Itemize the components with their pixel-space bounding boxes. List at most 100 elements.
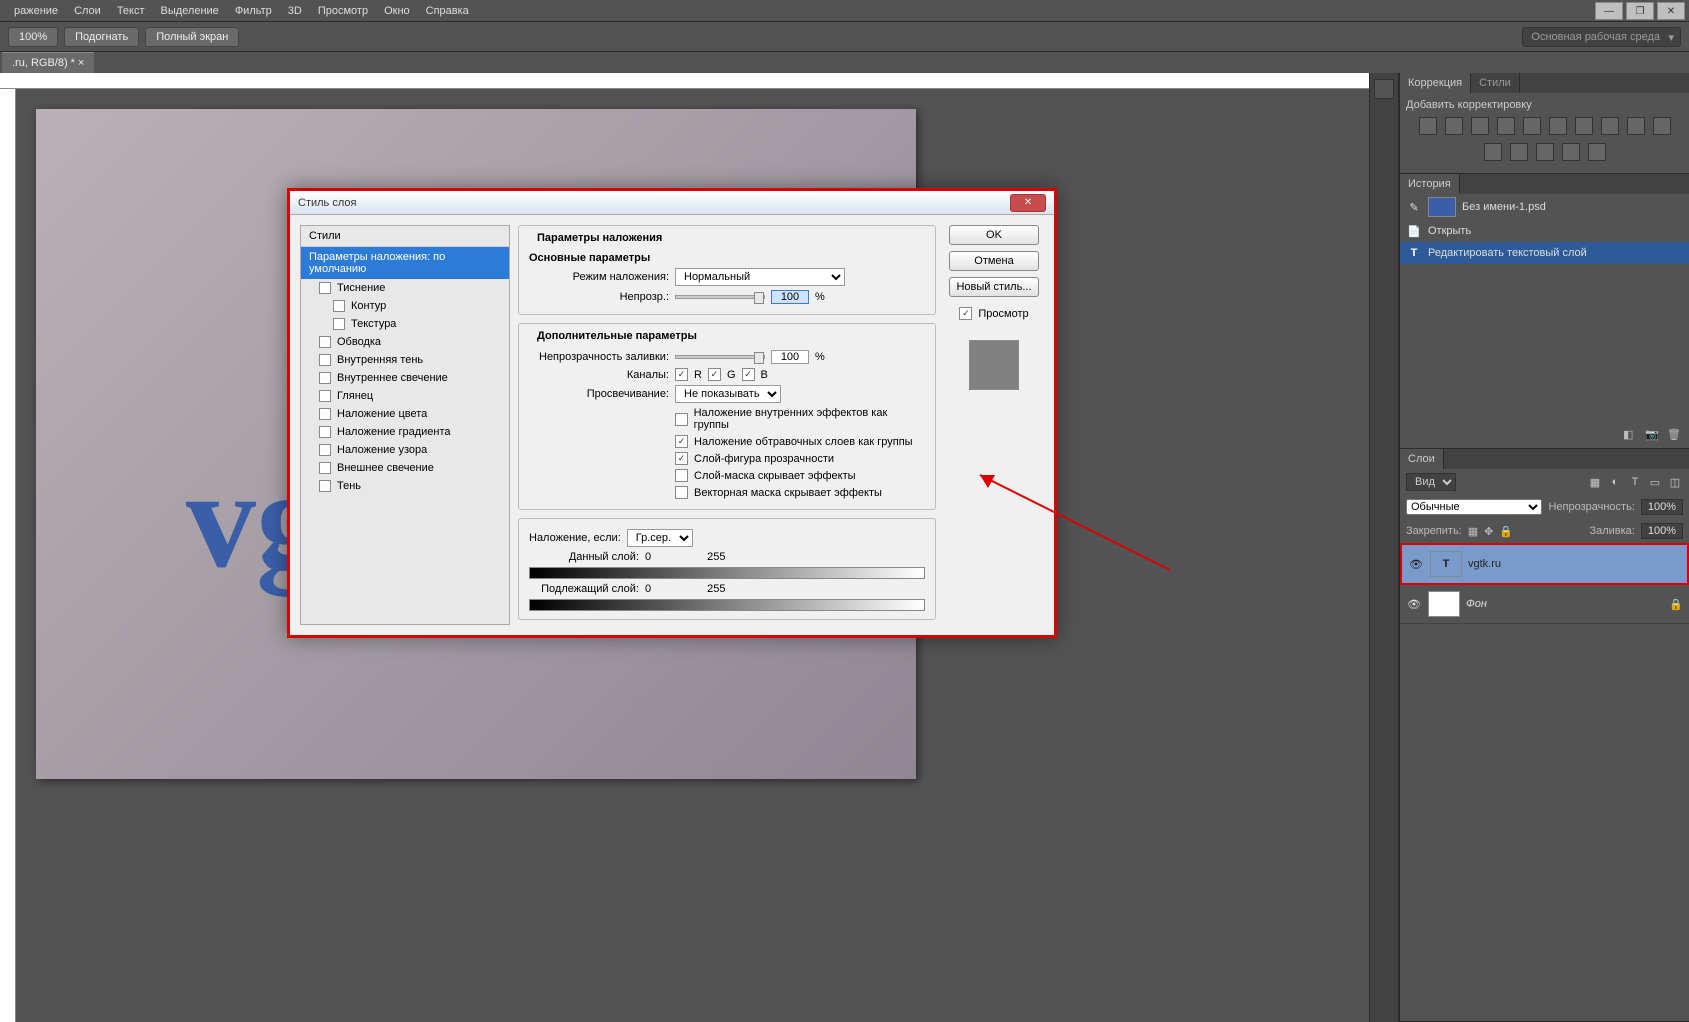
hue-icon[interactable] (1549, 117, 1567, 135)
style-item[interactable]: Наложение градиента (301, 423, 509, 441)
bw-icon[interactable] (1575, 117, 1593, 135)
filter-shape-icon[interactable]: ▭ (1647, 474, 1663, 490)
knockout-select[interactable]: Не показывать (675, 385, 781, 403)
this-layer-gradient[interactable] (529, 567, 925, 579)
cb-layer-mask-hides[interactable] (675, 469, 688, 482)
history-snapshot[interactable]: ✎ Без имени-1.psd (1400, 194, 1689, 220)
exposure-icon[interactable] (1497, 117, 1515, 135)
fit-button[interactable]: Подогнать (64, 27, 139, 47)
blendif-select[interactable]: Гр.сер. (627, 529, 693, 547)
tab-correction[interactable]: Коррекция (1400, 73, 1471, 93)
style-item[interactable]: Наложение цвета (301, 405, 509, 423)
checkbox[interactable] (333, 318, 345, 330)
new-snapshot-icon[interactable]: ◧ (1623, 428, 1639, 444)
close-tab-icon[interactable]: × (78, 57, 84, 69)
layer-row[interactable]: 👁 T vgtk.ru (1400, 543, 1689, 585)
ok-button[interactable]: OK (949, 225, 1039, 245)
style-item[interactable]: Внутренняя тень (301, 351, 509, 369)
menu-item[interactable]: Слои (66, 2, 109, 20)
dialog-titlebar[interactable]: Стиль слоя ✕ (290, 191, 1054, 215)
cb-transparency-shapes[interactable] (675, 452, 688, 465)
brightness-icon[interactable] (1419, 117, 1437, 135)
style-item[interactable]: Наложение узора (301, 441, 509, 459)
checkbox[interactable] (319, 336, 331, 348)
trash-icon[interactable]: 🗑 (1667, 428, 1683, 444)
underlying-gradient[interactable] (529, 599, 925, 611)
blend-mode-select[interactable]: Обычные (1406, 499, 1542, 515)
menu-item[interactable]: 3D (280, 2, 310, 20)
lock-pixels-icon[interactable]: ▦ (1468, 525, 1478, 538)
fill-opacity-slider[interactable] (675, 355, 765, 359)
collapsed-panel-icon[interactable] (1374, 79, 1394, 99)
channel-r-checkbox[interactable] (675, 368, 688, 381)
checkbox[interactable] (319, 426, 331, 438)
close-button[interactable]: ✕ (1657, 2, 1685, 20)
filter-adjust-icon[interactable]: ◐ (1607, 474, 1623, 490)
checkbox[interactable] (319, 390, 331, 402)
visibility-icon[interactable]: 👁 (1408, 558, 1424, 571)
style-item-selected[interactable]: Параметры наложения: по умолчанию (301, 247, 509, 279)
lock-all-icon[interactable]: 🔒 (1499, 525, 1513, 538)
gradient-map-icon[interactable] (1562, 143, 1580, 161)
minimize-button[interactable]: — (1595, 2, 1623, 20)
style-item[interactable]: Текстура (301, 315, 509, 333)
channel-b-checkbox[interactable] (742, 368, 755, 381)
levels-icon[interactable] (1445, 117, 1463, 135)
fill-value[interactable]: 100% (1641, 523, 1683, 539)
vibrance-icon[interactable] (1523, 117, 1541, 135)
checkbox[interactable] (319, 408, 331, 420)
lock-position-icon[interactable]: ✥ (1484, 525, 1493, 538)
visibility-icon[interactable]: 👁 (1406, 598, 1422, 611)
posterize-icon[interactable] (1510, 143, 1528, 161)
curves-icon[interactable] (1471, 117, 1489, 135)
tab-styles[interactable]: Стили (1471, 73, 1520, 93)
opacity-input[interactable]: 100 (771, 290, 809, 304)
checkbox[interactable] (333, 300, 345, 312)
color-lookup-icon[interactable] (1653, 117, 1671, 135)
tab-history[interactable]: История (1400, 174, 1460, 194)
checkbox[interactable] (319, 372, 331, 384)
history-item[interactable]: T Редактировать текстовый слой (1400, 242, 1689, 264)
opacity-value[interactable]: 100% (1641, 499, 1683, 515)
style-item[interactable]: Внешнее свечение (301, 459, 509, 477)
checkbox[interactable] (319, 462, 331, 474)
cb-clipped-layers[interactable] (675, 435, 688, 448)
workspace-dropdown[interactable]: Основная рабочая среда (1522, 27, 1681, 47)
menu-item[interactable]: Окно (376, 2, 418, 20)
style-item[interactable]: Контур (301, 297, 509, 315)
preview-checkbox[interactable] (959, 307, 972, 320)
fill-opacity-input[interactable]: 100 (771, 350, 809, 364)
invert-icon[interactable] (1484, 143, 1502, 161)
threshold-icon[interactable] (1536, 143, 1554, 161)
selective-color-icon[interactable] (1588, 143, 1606, 161)
document-tab[interactable]: .ru, RGB/8) * × (2, 52, 94, 73)
menu-item[interactable]: Выделение (153, 2, 227, 20)
checkbox[interactable] (319, 480, 331, 492)
filter-smart-icon[interactable]: ◫ (1667, 474, 1683, 490)
blend-mode-select[interactable]: Нормальный (675, 268, 845, 286)
cancel-button[interactable]: Отмена (949, 251, 1039, 271)
filter-image-icon[interactable]: ▦ (1587, 474, 1603, 490)
channel-g-checkbox[interactable] (708, 368, 721, 381)
menu-item[interactable]: Текст (109, 2, 153, 20)
menu-item[interactable]: Справка (418, 2, 477, 20)
channel-mixer-icon[interactable] (1627, 117, 1645, 135)
layer-row[interactable]: 👁 Фон 🔒 (1400, 585, 1689, 624)
tab-layers[interactable]: Слои (1400, 449, 1444, 469)
zoom-select[interactable]: 100% (8, 27, 58, 47)
fullscreen-button[interactable]: Полный экран (145, 27, 239, 47)
style-item[interactable]: Внутреннее свечение (301, 369, 509, 387)
menu-item[interactable]: Просмотр (310, 2, 376, 20)
checkbox[interactable] (319, 444, 331, 456)
dialog-close-button[interactable]: ✕ (1010, 194, 1046, 212)
layer-filter-kind[interactable]: Вид (1406, 473, 1456, 491)
cb-vector-mask-hides[interactable] (675, 486, 688, 499)
filter-text-icon[interactable]: T (1627, 474, 1643, 490)
camera-icon[interactable]: 📷 (1645, 428, 1661, 444)
maximize-button[interactable]: ❐ (1626, 2, 1654, 20)
history-item[interactable]: 📄 Открыть (1400, 220, 1689, 242)
style-item[interactable]: Глянец (301, 387, 509, 405)
style-item[interactable]: Тень (301, 477, 509, 495)
style-item[interactable]: Тиснение (301, 279, 509, 297)
menu-item[interactable]: Фильтр (227, 2, 280, 20)
